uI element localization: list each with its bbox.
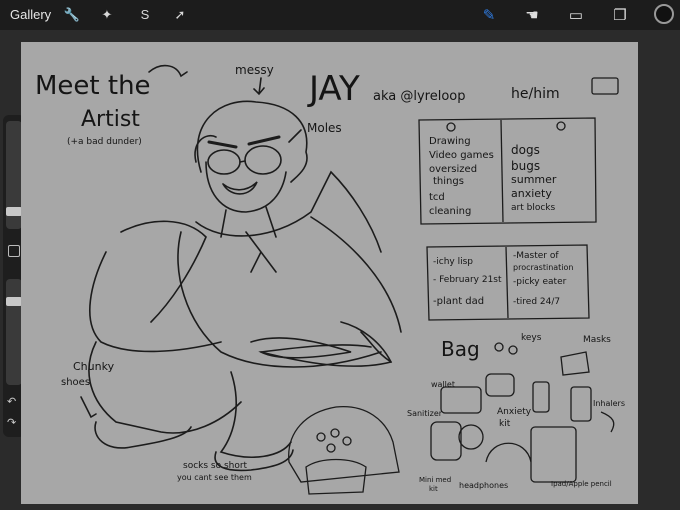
fact-left-2: -plant dad: [433, 296, 484, 307]
brush-icon[interactable]: ✎: [478, 5, 500, 27]
dislike-4: art blocks: [511, 203, 555, 213]
fact-right-0: -Master of: [513, 251, 559, 261]
fact-left-0: -ichy lisp: [433, 257, 473, 267]
top-toolbar: Gallery 🔧 ✦ S ➚ ✎ ☚ ▭ ❐: [0, 0, 680, 30]
smudge-icon[interactable]: ☚: [521, 5, 543, 27]
chunky-label: Chunky: [73, 360, 115, 373]
fact-right-3: -tired 24/7: [513, 297, 560, 307]
brush-size-thumb[interactable]: [6, 207, 22, 216]
bag-keys: keys: [521, 333, 542, 343]
artwork: Meet the Artist (+a bad dunder) messy JA…: [35, 63, 625, 495]
heading-line1: Meet the: [35, 71, 151, 101]
like-1: Video games: [429, 150, 494, 161]
selection-icon[interactable]: S: [135, 5, 155, 25]
shoes-label: shoes: [61, 377, 90, 388]
wrench-icon[interactable]: 🔧: [62, 5, 82, 25]
heading-line2: Artist: [81, 107, 140, 132]
bag-minimed-kit: kit: [429, 485, 438, 493]
brush-size-slider[interactable]: [6, 121, 22, 229]
like-5: cleaning: [429, 206, 471, 217]
like-2: oversized: [429, 164, 477, 175]
socks-note-1: socks so short: [183, 461, 248, 471]
bag-anxiety: Anxiety: [497, 407, 532, 417]
layers-icon[interactable]: ❐: [609, 5, 631, 27]
dislike-1: bugs: [511, 159, 540, 173]
pronouns-label: he/him: [511, 86, 560, 102]
heading-sub: (+a bad dunder): [67, 137, 142, 147]
like-3: things: [433, 176, 464, 187]
undo-icon[interactable]: ↶: [7, 395, 16, 408]
bag-anxiety-kit: kit: [499, 419, 511, 429]
dislike-0: dogs: [511, 143, 540, 157]
opacity-slider[interactable]: [6, 279, 22, 385]
dislike-2: summer: [511, 173, 557, 186]
dislike-3: anxiety: [511, 187, 552, 200]
bag-sanitizer: Sanitizer: [407, 409, 443, 418]
bag-minimed: Mini med: [419, 476, 451, 484]
like-4: tcd: [429, 192, 445, 203]
color-picker-swatch[interactable]: [654, 4, 674, 24]
eraser-icon[interactable]: ▭: [565, 5, 587, 27]
bag-ipad: Ipad/Apple pencil: [551, 480, 612, 488]
bag-headphones: headphones: [459, 481, 508, 490]
magic-wand-icon[interactable]: ✦: [97, 5, 117, 25]
fact-right-1: procrastination: [513, 263, 574, 272]
bag-title: Bag: [441, 337, 480, 361]
handwritten-text: Meet the Artist (+a bad dunder) messy JA…: [35, 63, 625, 493]
fact-right-2: -picky eater: [513, 277, 567, 287]
messy-label: messy: [235, 63, 274, 77]
drawing-canvas[interactable]: Meet the Artist (+a bad dunder) messy JA…: [21, 42, 638, 504]
bag-inhalers: Inhalers: [593, 399, 625, 408]
transform-arrow-icon[interactable]: ➚: [170, 5, 190, 25]
moles-label: Moles: [307, 121, 342, 135]
like-0: Drawing: [429, 136, 471, 147]
bag-wallet: wallet: [431, 380, 455, 389]
redo-icon[interactable]: ↷: [7, 416, 16, 429]
aka-label: aka @lyreloop: [373, 89, 466, 104]
socks-note-2: you cant see them: [177, 473, 252, 482]
bag-masks: Masks: [583, 335, 611, 345]
opacity-thumb[interactable]: [6, 297, 22, 306]
gallery-button[interactable]: Gallery: [10, 7, 51, 22]
fact-left-1: - February 21st: [433, 275, 502, 285]
modify-button[interactable]: [8, 245, 20, 257]
name-label: JAY: [307, 69, 360, 109]
